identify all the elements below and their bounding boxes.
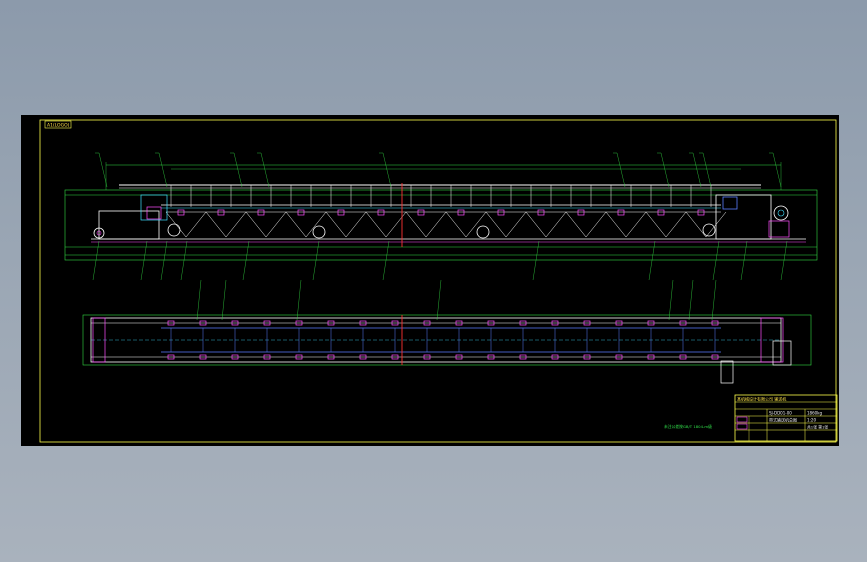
- plan-leader-line: [436, 279, 442, 321]
- truss-frame: [165, 211, 727, 238]
- idler-bracket: [297, 209, 305, 216]
- idler-bracket: [257, 209, 265, 216]
- idler-bracket: [217, 209, 225, 216]
- tail-pulley: [773, 205, 789, 221]
- truss-diagonal: [585, 211, 607, 238]
- plan-leader-line: [688, 279, 694, 321]
- plan-leader-line: [296, 279, 302, 321]
- support-wheel: [312, 225, 326, 239]
- drive-motor: [768, 220, 790, 238]
- support-wheel: [476, 225, 490, 239]
- support-wheel: [167, 223, 181, 237]
- idler-bracket: [417, 209, 425, 216]
- truss-diagonal: [245, 211, 267, 238]
- truss-diagonal: [345, 211, 367, 238]
- title-weight: 1860kg: [807, 411, 822, 416]
- idler-bracket: [177, 209, 185, 216]
- title-block: 某机械设计有限公司 输送机 SJ-DD01-00 带式输送机总图 1860kg …: [734, 394, 838, 442]
- truss-diagonal: [225, 211, 247, 238]
- truss-diagonal: [305, 211, 327, 238]
- truss-diagonal: [645, 211, 667, 238]
- idler-bracket: [537, 209, 545, 216]
- corner-tag-text: A1(LOGO): [47, 123, 70, 129]
- leader-line: [382, 152, 392, 188]
- leader-line: [616, 152, 626, 188]
- idler-bracket: [657, 209, 665, 216]
- truss-diagonal: [605, 211, 627, 238]
- tail-end-frame: [715, 194, 772, 240]
- truss-diagonal: [365, 211, 387, 238]
- title-drawing-no: SJ-DD01-00: [769, 411, 792, 416]
- truss-diagonal: [425, 211, 447, 238]
- elevation-view: [64, 152, 818, 281]
- plan-leader-line: [196, 279, 202, 321]
- leader-line: [158, 152, 168, 188]
- plan-view: [82, 279, 812, 384]
- part-markers: [177, 209, 705, 216]
- truss-diagonal: [565, 211, 587, 238]
- leader-line: [233, 152, 243, 188]
- idler-bracket: [617, 209, 625, 216]
- title-drawing-name: 带式输送机总图: [769, 417, 797, 423]
- truss-diagonal: [405, 211, 427, 238]
- cad-drawing-canvas: A1(LOGO) 未注公差按GB/T 1804-m级 某机械设计有限公司 输送机…: [39, 119, 838, 443]
- plan-motor-housing: [720, 360, 734, 384]
- truss-diagonal: [185, 211, 207, 238]
- drawing-border: [39, 119, 837, 443]
- idler-bracket: [337, 209, 345, 216]
- leader-line: [702, 152, 712, 188]
- truss-diagonal: [385, 211, 407, 238]
- idler-supports: [170, 185, 712, 207]
- truss-diagonal: [325, 211, 347, 238]
- plan-leader-lines: [196, 279, 717, 321]
- leader-line: [260, 152, 270, 188]
- plan-drive-unit: [772, 340, 792, 366]
- truss-diagonal: [685, 211, 707, 238]
- truss-diagonal: [545, 211, 567, 238]
- leader-line: [692, 152, 702, 188]
- idler-bracket: [697, 209, 705, 216]
- plan-leader-line: [711, 279, 717, 321]
- truss-diagonal: [265, 211, 287, 238]
- truss-diagonal: [625, 211, 647, 238]
- truss-diagonal: [465, 211, 487, 238]
- leader-line: [660, 152, 670, 188]
- support-wheel: [702, 223, 716, 237]
- idler-bracket: [577, 209, 585, 216]
- idler-bracket: [497, 209, 505, 216]
- leader-lines-top: [95, 152, 782, 188]
- truss-diagonal: [665, 211, 687, 238]
- title-sheet: 共1张 第1张: [807, 425, 828, 430]
- plan-leader-line: [221, 279, 227, 321]
- cad-drawing-viewport[interactable]: A1(LOGO) 未注公差按GB/T 1804-m级 某机械设计有限公司 输送机…: [21, 115, 839, 446]
- truss-diagonal: [205, 211, 227, 238]
- title-company: 某机械设计有限公司 输送机: [737, 396, 786, 402]
- truss-diagonal: [445, 211, 467, 238]
- idler-bracket: [457, 209, 465, 216]
- head-end-frame: [98, 210, 160, 240]
- leader-line: [772, 152, 782, 188]
- truss-diagonal: [285, 211, 307, 238]
- drawing-note: 未注公差按GB/T 1804-m级: [664, 424, 712, 429]
- truss-diagonal: [525, 211, 547, 238]
- plan-leader-line: [668, 279, 674, 321]
- idler-bracket: [377, 209, 385, 216]
- title-scale: 1:20: [807, 418, 816, 423]
- feed-chute: [140, 194, 168, 221]
- truss-diagonal: [505, 211, 527, 238]
